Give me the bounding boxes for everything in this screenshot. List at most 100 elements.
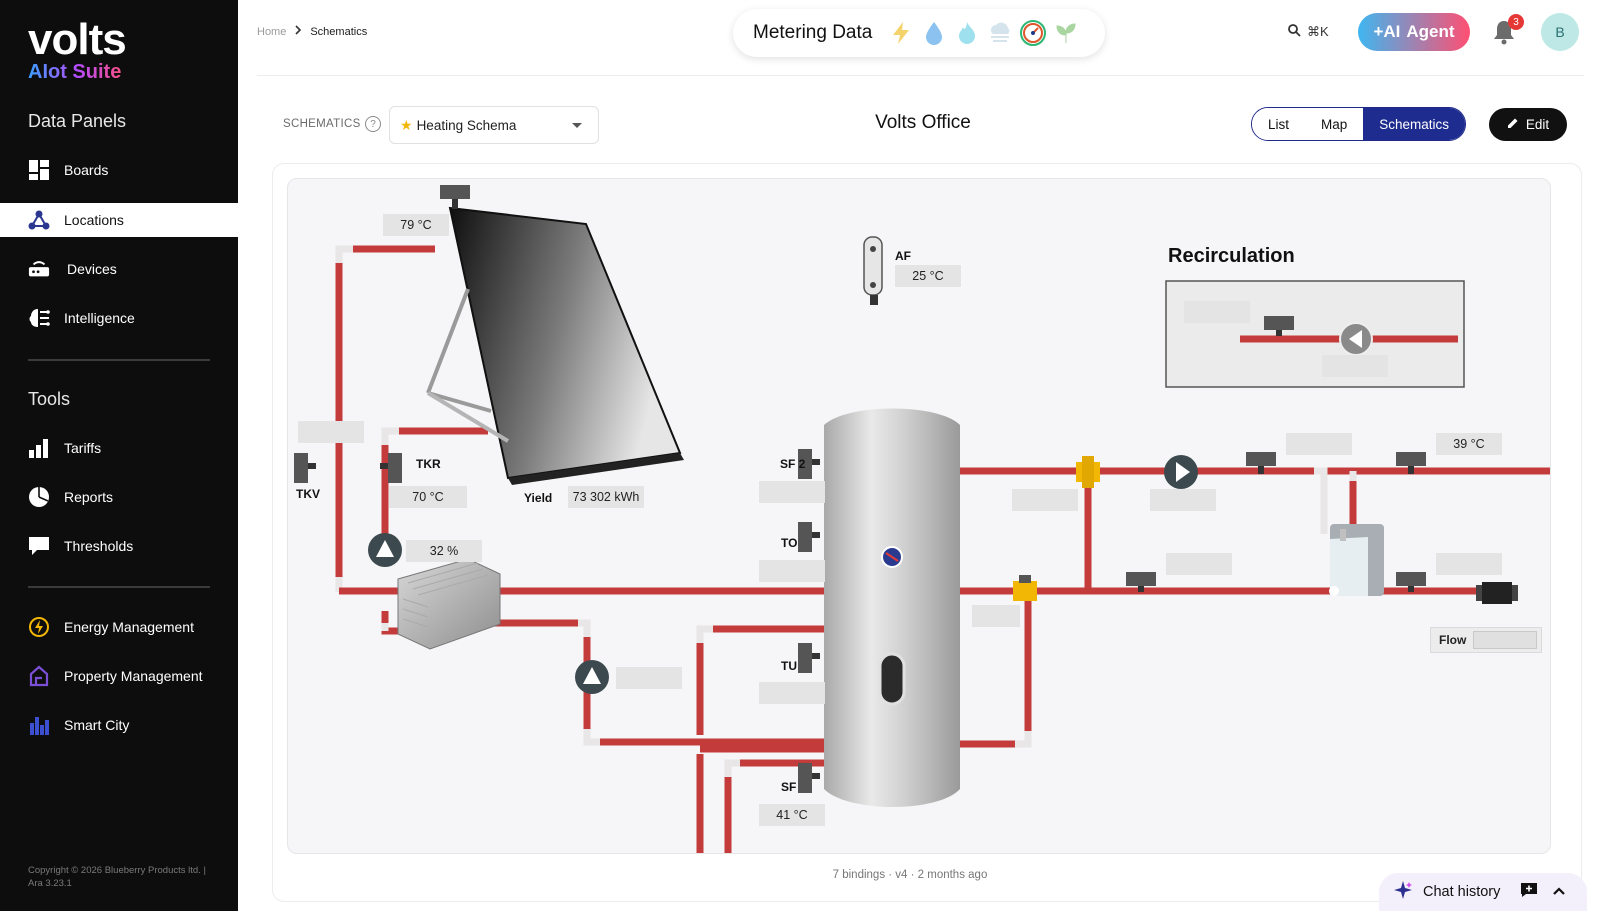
metering-title: Metering Data (753, 22, 873, 43)
af-value: 25 °C (895, 265, 961, 287)
brain-circuit-icon (28, 307, 50, 329)
sidebar-item-locations[interactable]: Locations (12, 203, 238, 237)
sidebar-item-tariffs[interactable]: Tariffs (0, 428, 238, 468)
sf-value: 41 °C (759, 804, 825, 826)
pump-speed-value: 32 % (406, 540, 482, 562)
storage-tank (824, 408, 960, 807)
agent-label: Agent (1406, 22, 1455, 41)
property-house-icon (28, 665, 50, 687)
chat-history-button[interactable]: Chat history (1379, 873, 1587, 911)
hot-water-pump-value (1150, 489, 1216, 511)
bar-chart-icon (28, 437, 50, 459)
sidebar-item-boards[interactable]: Boards (0, 150, 238, 190)
breadcrumb: Home Schematics (257, 25, 367, 38)
tu-tag: TU (781, 659, 797, 673)
heat-meter-gauge-icon[interactable] (1020, 20, 1047, 46)
mixing-valve-lower (1013, 575, 1037, 601)
sidebar-item-energy-management[interactable]: Energy Management (0, 607, 238, 647)
sidebar-item-label: Thresholds (64, 538, 134, 554)
flow-meter-cylinder (1482, 582, 1512, 604)
electricity-bolt-icon[interactable] (888, 20, 914, 46)
avatar[interactable]: B (1541, 13, 1579, 51)
collector-temp-value: 79 °C (383, 214, 449, 236)
sidebar-item-devices[interactable]: Devices (0, 249, 238, 289)
view-tab-list[interactable]: List (1252, 108, 1306, 140)
hot-water-flame-icon[interactable] (954, 20, 980, 46)
lower-pump-value (616, 667, 682, 689)
flow-label: Flow (1439, 633, 1467, 647)
sidebar-item-intelligence[interactable]: Intelligence (0, 298, 238, 338)
recirculation-value-2 (1322, 355, 1388, 377)
return-valve-value (972, 605, 1020, 627)
brand-logo[interactable]: volts AIot Suite (28, 15, 127, 83)
sidebar: volts AIot Suite Data Panels Boards Loca… (0, 0, 238, 911)
section-data-panels: Data Panels (28, 111, 127, 131)
caret-down-icon (572, 123, 582, 128)
sidebar-item-label: Intelligence (64, 310, 135, 326)
view-toggle: List Map Schematics (1251, 107, 1467, 141)
cooling-cloud-icon[interactable] (987, 20, 1013, 46)
recirculation-title: Recirculation (1168, 245, 1295, 267)
boards-icon (28, 159, 50, 181)
edit-label: Edit (1525, 117, 1550, 132)
router-icon (28, 258, 50, 280)
outlet-sensor-value (1436, 553, 1502, 575)
mixing-valve-upper (1076, 456, 1100, 488)
chevron-up-icon[interactable] (1552, 884, 1566, 900)
yield-value: 73 302 kWh (568, 486, 644, 508)
tkr-tag: TKR (416, 457, 441, 471)
locations-network-icon (28, 209, 50, 231)
help-circle-icon[interactable]: ? (365, 116, 381, 132)
sidebar-item-label: Property Management (64, 668, 203, 684)
logo-wordmark: volts (28, 15, 127, 64)
search-icon (1288, 24, 1301, 40)
solar-collector-panel (448, 206, 682, 480)
chat-history-label: Chat history (1423, 884, 1501, 900)
recirculation-value-1 (1184, 301, 1250, 323)
chevron-right-icon (294, 25, 302, 38)
schema-select-value: Heating Schema (416, 117, 517, 133)
schematic-canvas: 79 °C AF 25 °C Recirculation TKV TKR 70 … (287, 178, 1551, 854)
new-chat-icon[interactable] (1520, 882, 1538, 902)
command-search-button[interactable]: ⌘K (1288, 24, 1329, 40)
yield-tag: Yield (524, 491, 553, 505)
gas-leaf-icon[interactable] (1053, 20, 1079, 46)
water-drop-icon[interactable] (921, 20, 947, 46)
metering-data-bar: Metering Data (733, 9, 1105, 57)
sidebar-item-label: Devices (67, 261, 117, 277)
ai-agent-button[interactable]: +AI Agent (1358, 13, 1470, 51)
sidebar-item-smart-city[interactable]: Smart City (0, 705, 238, 745)
edit-button[interactable]: Edit (1489, 108, 1567, 141)
schema-select[interactable]: ★ Heating Schema (389, 106, 599, 144)
tkr-value: 70 °C (389, 486, 467, 508)
return-sensor-value (1166, 553, 1232, 575)
view-tab-map[interactable]: Map (1305, 108, 1364, 140)
ai-sparkle-icon: +AI (1373, 22, 1401, 41)
sidebar-item-reports[interactable]: Reports (0, 477, 238, 517)
breadcrumb-home[interactable]: Home (257, 26, 286, 38)
sf2-value (759, 481, 825, 503)
sidebar-item-label: Reports (64, 489, 114, 505)
search-shortcut-label: ⌘K (1307, 24, 1329, 39)
sidebar-divider (28, 359, 210, 361)
copyright-text: Copyright © 2026 Blueberry Products ltd.… (28, 865, 206, 889)
notification-badge: 3 (1508, 14, 1524, 30)
supply-sensor-value (1286, 433, 1352, 455)
sf2-tag: SF 2 (780, 457, 806, 471)
af-tag: AF (895, 249, 911, 263)
star-icon: ★ (400, 116, 413, 133)
to-value (759, 560, 825, 582)
sf-tag: SF (781, 780, 797, 794)
sidebar-item-label: Energy Management (64, 619, 194, 635)
city-buildings-icon (28, 714, 50, 736)
comment-icon (28, 535, 50, 557)
energy-bolt-icon (28, 616, 50, 638)
ai-sparkle-icon (1393, 880, 1413, 904)
flow-readout: Flow (1430, 627, 1542, 653)
tkv-value (298, 421, 364, 443)
sidebar-item-property-management[interactable]: Property Management (0, 656, 238, 696)
page-title: Volts Office (875, 112, 971, 133)
view-tab-schematics[interactable]: Schematics (1363, 108, 1466, 140)
sidebar-item-label: Tariffs (64, 440, 102, 456)
sidebar-item-thresholds[interactable]: Thresholds (0, 526, 238, 566)
